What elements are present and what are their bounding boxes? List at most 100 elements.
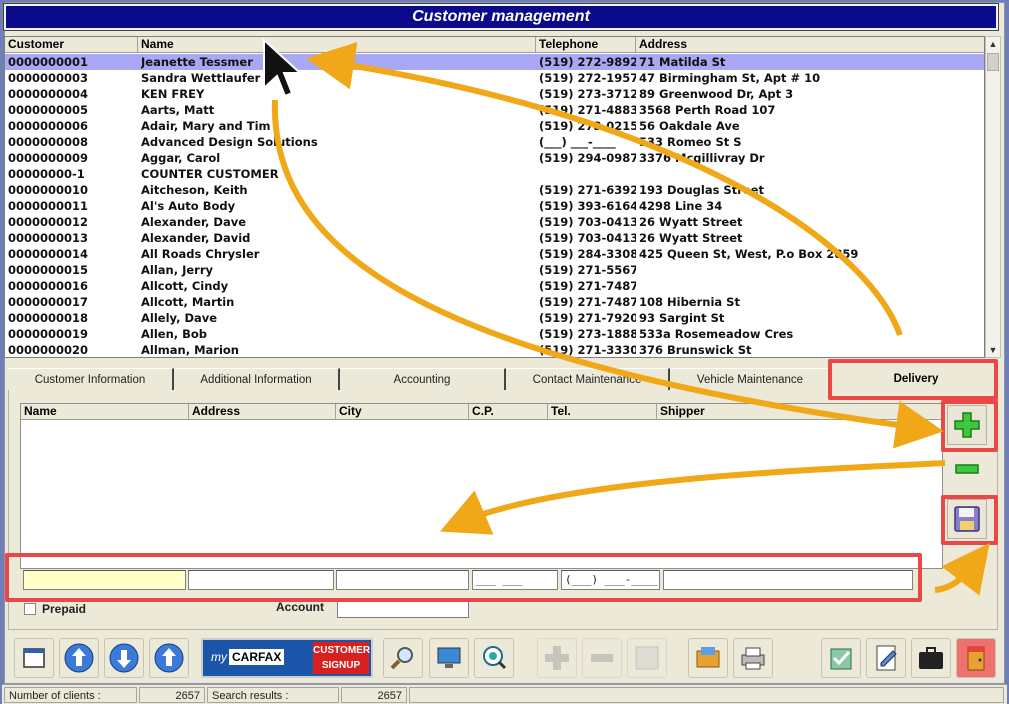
- cell-name: Allen, Bob: [141, 327, 208, 341]
- print-button[interactable]: [733, 638, 773, 678]
- scroll-down-icon[interactable]: ▼: [986, 343, 1000, 357]
- previous-record-button[interactable]: [149, 638, 189, 678]
- scroll-thumb[interactable]: [987, 53, 999, 71]
- cell-telephone: (519) 294-0987: [539, 151, 636, 165]
- toolbar-add-button[interactable]: [537, 638, 577, 678]
- cell-telephone: (519) 273-0215: [539, 119, 636, 133]
- edit-document-button[interactable]: [866, 638, 906, 678]
- clients-count-value: 2657: [139, 687, 205, 703]
- col-name[interactable]: Name: [138, 37, 536, 53]
- table-row[interactable]: 0000000005 Aarts, Matt (519) 271-4883 3568 …: [5, 102, 984, 118]
- floppy-disk-icon: [635, 646, 659, 670]
- window-button[interactable]: [14, 638, 54, 678]
- cell-customer: 0000000019: [8, 327, 89, 341]
- search-results-value: 2657: [341, 687, 407, 703]
- tab-accounting[interactable]: Accounting: [340, 368, 506, 390]
- cell-customer: 0000000015: [8, 263, 89, 277]
- briefcase-button[interactable]: [911, 638, 951, 678]
- carfax-logo: CARFAX: [229, 649, 285, 665]
- magnifier-icon: [390, 647, 413, 670]
- customer-grid-scrollbar[interactable]: ▲ ▼: [985, 36, 1001, 358]
- scroll-up-icon[interactable]: ▲: [986, 37, 1000, 51]
- table-row[interactable]: 0000000012 Alexander, Dave (519) 703-0413 2…: [5, 214, 984, 230]
- col-delivery-shipper[interactable]: Shipper: [657, 404, 942, 420]
- cell-address: 533 Romeo St S: [639, 135, 742, 149]
- table-row[interactable]: 0000000018 Allely, Dave (519) 271-7920 93 S…: [5, 310, 984, 326]
- col-delivery-name[interactable]: Name: [21, 404, 189, 420]
- tab-additional-information[interactable]: Additional Information: [174, 368, 340, 390]
- table-row[interactable]: 0000000017 Allcott, Martin (519) 271-7487 1…: [5, 294, 984, 310]
- cell-customer: 0000000018: [8, 311, 89, 325]
- cell-telephone: (519) 273-3712: [539, 87, 636, 101]
- highlight-delivery-tab: [828, 359, 998, 400]
- table-row[interactable]: 0000000020 Allman, Marion (519) 271-3330 37…: [5, 342, 984, 357]
- tab-customer-information[interactable]: Customer Information: [8, 368, 174, 390]
- highlight-add-button: [941, 400, 998, 452]
- cell-name: Allan, Jerry: [141, 263, 214, 277]
- table-row[interactable]: 0000000003 Sandra Wettlaufer (519) 272-195…: [5, 70, 984, 86]
- toolbar-save-button[interactable]: [627, 638, 667, 678]
- exit-button[interactable]: [956, 638, 996, 678]
- tab-vehicle-maintenance[interactable]: Vehicle Maintenance: [670, 368, 832, 390]
- table-row[interactable]: 00000000-1 COUNTER CUSTOMER: [5, 166, 984, 182]
- table-row[interactable]: 0000000016 Allcott, Cindy (519) 271-7487: [5, 278, 984, 294]
- cell-name: KEN FREY: [141, 87, 205, 101]
- col-delivery-address[interactable]: Address: [189, 404, 336, 420]
- table-row[interactable]: 0000000010 Aitcheson, Keith (519) 271-6392…: [5, 182, 984, 198]
- cell-telephone: (519) 271-5567: [539, 263, 636, 277]
- table-row[interactable]: 0000000009 Aggar, Carol (519) 294-0987 3376…: [5, 150, 984, 166]
- account-label: Account: [276, 600, 324, 614]
- cell-address: 89 Greenwood Dr, Apt 3: [639, 87, 794, 101]
- col-delivery-tel[interactable]: Tel.: [548, 404, 657, 420]
- status-bar: Number of clients : 2657 Search results …: [2, 684, 1007, 704]
- cell-address: 93 Sargint St: [639, 311, 725, 325]
- cell-name: Allman, Marion: [141, 343, 239, 357]
- carfax-prefix: my: [211, 650, 227, 664]
- folders-button[interactable]: [688, 638, 728, 678]
- col-delivery-cp[interactable]: C.P.: [469, 404, 548, 420]
- table-row[interactable]: 0000000004 KEN FREY (519) 273-3712 89 Gree…: [5, 86, 984, 102]
- first-record-button[interactable]: [59, 638, 99, 678]
- remove-delivery-button[interactable]: [947, 451, 987, 491]
- minus-icon: [955, 464, 979, 474]
- table-row[interactable]: 0000000019 Allen, Bob (519) 273-1888 533a R…: [5, 326, 984, 342]
- cell-telephone: (519) 393-6164: [539, 199, 636, 213]
- cell-address: 4298 Line 34: [639, 199, 723, 213]
- table-row[interactable]: 0000000006 Adair, Mary and Tim (519) 273-0…: [5, 118, 984, 134]
- delivery-grid-header: Name Address City C.P. Tel. Shipper: [21, 404, 942, 420]
- toolbar-remove-button[interactable]: [582, 638, 622, 678]
- check-button[interactable]: [821, 638, 861, 678]
- cell-address: 3568 Perth Road 107: [639, 103, 776, 117]
- table-row[interactable]: 0000000008 Advanced Design Solutions (___)…: [5, 134, 984, 150]
- cell-telephone: (519) 271-7487: [539, 279, 636, 293]
- cell-address: 3376 Mcgillivray Dr: [639, 151, 765, 165]
- cell-name: Alexander, Dave: [141, 215, 246, 229]
- next-record-button[interactable]: [104, 638, 144, 678]
- table-row[interactable]: 0000000001 Jeanette Tessmer (519) 272-9892…: [5, 54, 984, 70]
- prepaid-checkbox[interactable]: [24, 603, 36, 615]
- cell-name: Jeanette Tessmer: [141, 55, 253, 69]
- col-customer[interactable]: Customer: [5, 37, 138, 53]
- monitor-button[interactable]: [429, 638, 469, 678]
- cell-customer: 0000000013: [8, 231, 89, 245]
- carfax-signup-button[interactable]: my CARFAX CUSTOMER SIGNUP: [201, 638, 373, 678]
- table-row[interactable]: 0000000015 Allan, Jerry (519) 271-5567: [5, 262, 984, 278]
- tab-contact-maintenance[interactable]: Contact Maintenance: [506, 368, 670, 390]
- delivery-grid[interactable]: Name Address City C.P. Tel. Shipper: [20, 403, 943, 569]
- view-button[interactable]: [474, 638, 514, 678]
- cell-name: Aggar, Carol: [141, 151, 221, 165]
- table-row[interactable]: 0000000011 Al's Auto Body (519) 393-6164 42…: [5, 198, 984, 214]
- customer-grid[interactable]: Customer Name Telephone Address 00000000…: [4, 36, 985, 358]
- search-customer-button[interactable]: [383, 638, 423, 678]
- cell-telephone: (519) 271-4883: [539, 103, 636, 117]
- col-address[interactable]: Address: [636, 37, 984, 53]
- table-row[interactable]: 0000000013 Alexander, David (519) 703-0413…: [5, 230, 984, 246]
- cell-customer: 0000000004: [8, 87, 89, 101]
- cell-name: Allely, Dave: [141, 311, 218, 325]
- col-telephone[interactable]: Telephone: [536, 37, 636, 53]
- cell-customer: 0000000006: [8, 119, 89, 133]
- col-delivery-city[interactable]: City: [336, 404, 469, 420]
- cell-name: Advanced Design Solutions: [141, 135, 318, 149]
- cell-telephone: (519) 703-0413: [539, 231, 636, 245]
- table-row[interactable]: 0000000014 All Roads Chrysler (519) 284-33…: [5, 246, 984, 262]
